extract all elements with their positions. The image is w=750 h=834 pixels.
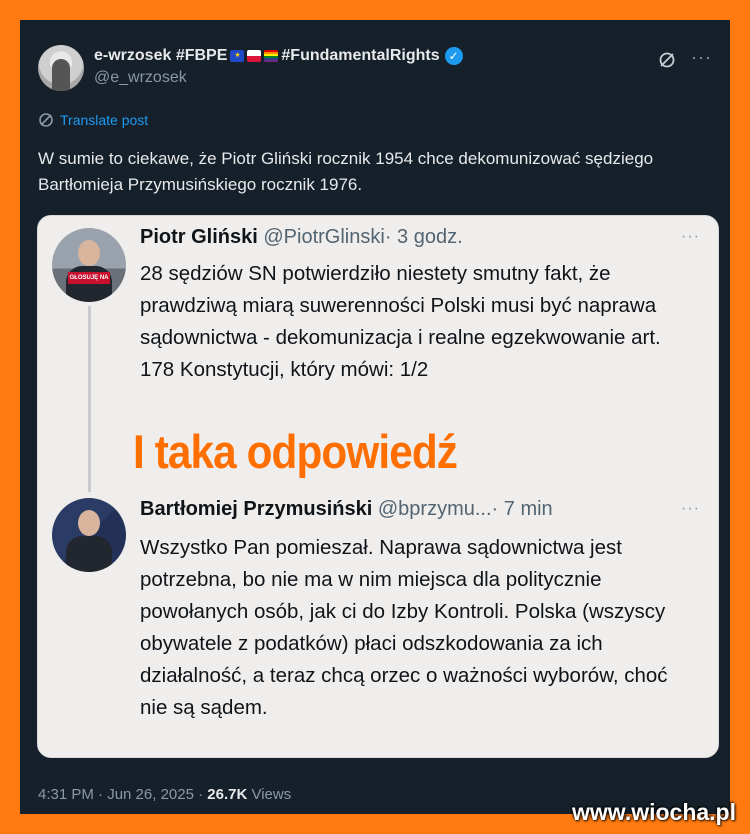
- post-text: W sumie to ciekawe, że Piotr Gliński roc…: [38, 149, 654, 194]
- tweet2-more-icon[interactable]: ···: [681, 500, 700, 518]
- verified-badge-icon: ✓: [444, 47, 463, 65]
- eu-flag-icon: [230, 50, 245, 62]
- thread-line: [88, 306, 91, 492]
- tweet2-name[interactable]: Bartłomiej Przymusiński: [140, 498, 372, 520]
- views-label: Views: [251, 786, 292, 803]
- rainbow-flag-icon: [264, 50, 279, 62]
- post-timestamp[interactable]: 4:31 PM · Jun 26, 2025 ·: [38, 786, 203, 803]
- views-count: 26.7K: [207, 786, 248, 803]
- author-name-prefix: e-wrzosek #FBPE: [94, 47, 228, 64]
- pl-flag-icon: [247, 50, 262, 62]
- tweet1-header: Piotr Gliński @PiotrGlinski· 3 godz.: [140, 226, 463, 249]
- tweet1-handle[interactable]: @PiotrGlinski: [263, 226, 384, 248]
- avatar-sign: GŁOSUJĘ NA: [68, 272, 110, 284]
- glinski-avatar[interactable]: GŁOSUJĘ NA: [52, 228, 126, 302]
- tweet1-text: 28 sędziów SN potwierdziło niestety smut…: [140, 262, 661, 381]
- przymusinski-avatar[interactable]: [52, 498, 126, 572]
- tweet1-more-icon[interactable]: ···: [681, 228, 700, 246]
- translate-icon: [39, 113, 53, 127]
- author-avatar[interactable]: [38, 45, 84, 91]
- more-icon[interactable]: ···: [691, 47, 712, 68]
- translate-post-link[interactable]: Translate post: [38, 112, 148, 128]
- post-footer: 4:31 PM · Jun 26, 2025 · 26.7K Views: [38, 786, 291, 803]
- overlay-caption: I taka odpowiedź: [133, 425, 458, 478]
- tweet2-header: Bartłomiej Przymusiński @bprzymu...· 7 m…: [140, 498, 553, 521]
- tweet1-time[interactable]: · 3 godz.: [385, 226, 463, 248]
- tweet2-text: Wszystko Pan pomieszał. Naprawa sądownic…: [140, 536, 668, 719]
- site-watermark: www.wiocha.pl: [572, 799, 736, 825]
- translate-label: Translate post: [60, 112, 149, 128]
- tweet2-handle[interactable]: @bprzymu...: [378, 498, 492, 520]
- author-name[interactable]: e-wrzosek #FBPE #FundamentalRights ✓: [94, 47, 463, 65]
- tweet2-time[interactable]: · 7 min: [492, 498, 553, 520]
- tweet-card: e-wrzosek #FBPE #FundamentalRights ✓ @e_…: [20, 20, 730, 814]
- author-handle[interactable]: @e_wrzosek: [94, 69, 187, 87]
- tweet-header: e-wrzosek #FBPE #FundamentalRights ✓ @e_…: [38, 45, 712, 115]
- grok-icon[interactable]: [658, 51, 676, 69]
- author-name-suffix: #FundamentalRights: [281, 47, 440, 64]
- quoted-screenshot: GŁOSUJĘ NA Piotr Gliński @PiotrGlinski· …: [37, 215, 719, 758]
- tweet1-name[interactable]: Piotr Gliński: [140, 226, 258, 248]
